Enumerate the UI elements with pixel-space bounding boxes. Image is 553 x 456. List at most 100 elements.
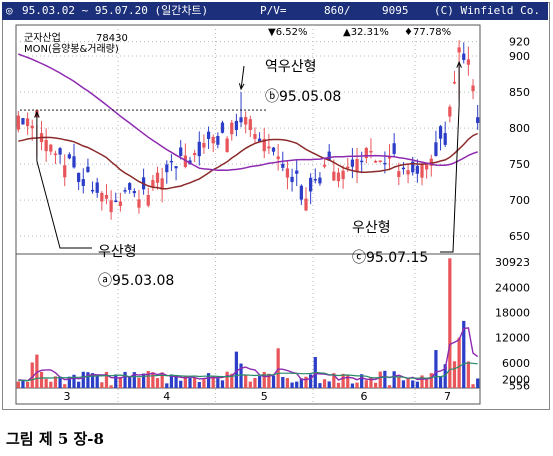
annotation-c-line <box>440 105 460 253</box>
volume-tick-label: 12000 <box>495 332 530 345</box>
volume-bar <box>425 379 429 388</box>
candle-body <box>383 162 387 165</box>
candle-body <box>72 156 76 168</box>
volume-bar <box>336 382 341 388</box>
candle-body <box>332 171 336 181</box>
candle-body <box>128 183 132 190</box>
candle-body <box>448 106 452 117</box>
volume-bar <box>193 377 197 388</box>
company-price: 78430 <box>96 33 128 44</box>
candle-body <box>322 164 327 167</box>
candle-body <box>230 122 234 135</box>
candle-body <box>336 172 341 182</box>
candle-body <box>118 201 123 206</box>
candle-body <box>299 185 303 200</box>
candle-body <box>239 117 243 123</box>
volume-tick-label: 30923 <box>495 256 530 269</box>
volume-bar <box>452 361 457 388</box>
volume-bar <box>77 381 81 388</box>
company-name: 군자산업 <box>24 31 61 44</box>
candle-body <box>16 115 20 130</box>
candle-body <box>234 120 239 130</box>
candle-body <box>378 160 382 163</box>
volume-bar <box>448 258 452 388</box>
volume-bar <box>383 370 387 388</box>
annotation-b-date: ⓑ95.05.08 <box>265 89 341 105</box>
candle-body <box>90 189 95 192</box>
candle-body <box>206 131 211 139</box>
candle-body <box>350 159 355 167</box>
candle-body <box>211 136 215 144</box>
candle-body <box>355 158 359 172</box>
volume-bar <box>39 371 44 388</box>
annotation-a-date: ⓐ95.03.08 <box>98 273 174 289</box>
volume-bar <box>49 381 53 388</box>
candle-body <box>387 157 392 159</box>
volume-bar <box>304 376 308 388</box>
month-tick-label: 6 <box>361 390 368 403</box>
candle-body <box>114 200 118 203</box>
volume-bar <box>401 380 406 388</box>
volume-bar <box>457 337 461 388</box>
candle-body <box>174 166 178 169</box>
volume-bar <box>341 373 345 388</box>
volume-bar <box>476 378 480 388</box>
annotation-a-label: 우산형 <box>98 244 137 260</box>
candle-body <box>452 81 457 84</box>
volume-tick-label: 18000 <box>495 307 530 320</box>
grid <box>15 24 481 405</box>
candle-body <box>406 170 410 175</box>
volume-bar <box>438 376 443 388</box>
candle-body <box>462 53 466 60</box>
volume-bar <box>466 361 471 388</box>
candle-body <box>392 143 396 154</box>
volume-bar <box>285 378 290 388</box>
volume-bar <box>220 380 225 388</box>
candle-body <box>309 177 313 192</box>
month-tick-label: 3 <box>64 390 71 403</box>
candle-body <box>123 190 127 192</box>
candle-body <box>104 194 109 199</box>
candle-body <box>53 153 58 156</box>
volume-bar <box>276 348 280 388</box>
candle-body <box>49 144 53 152</box>
candle-body <box>100 192 104 202</box>
candle-body <box>137 199 141 208</box>
volume-bar <box>225 371 229 388</box>
candle-body <box>244 117 248 125</box>
volume-bar <box>123 371 127 388</box>
volume-bar <box>295 381 299 388</box>
volume-bar <box>165 383 169 388</box>
volume-bar <box>16 381 20 388</box>
candle-body <box>295 170 299 174</box>
month-axis: 3 4 5 6 7 <box>64 390 451 403</box>
candle-body <box>318 177 322 184</box>
volume-bar <box>434 350 438 388</box>
volume-bar <box>411 380 415 388</box>
stat-up: ▲32.31% <box>343 27 389 38</box>
candle-body <box>132 191 136 194</box>
volume-bar <box>415 381 419 388</box>
volume-bar <box>114 374 118 388</box>
candle-body <box>216 136 220 145</box>
candle-body <box>420 163 424 178</box>
candle-body <box>63 165 67 178</box>
volume-bar <box>281 376 285 388</box>
volume-bar <box>262 371 266 388</box>
volume-bar <box>202 379 206 388</box>
price-tick-label: 650 <box>509 230 530 243</box>
candle-body <box>341 170 345 180</box>
candle-body <box>438 126 443 139</box>
annotation-c-date: ⓒ95.07.15 <box>352 250 428 266</box>
candle-body <box>197 141 201 157</box>
candle-body <box>360 160 364 163</box>
volume-bar <box>378 371 382 388</box>
candle-body <box>193 152 197 156</box>
volume-tick-label: 24000 <box>495 281 530 294</box>
volume-bar <box>151 372 155 388</box>
volume-bar <box>257 376 262 388</box>
volume-bar <box>179 380 183 388</box>
stat-down: ▼6.52% <box>268 27 307 38</box>
volume-bar <box>21 380 25 388</box>
indicator-name: MON(음양봉&거래량) <box>24 43 119 55</box>
